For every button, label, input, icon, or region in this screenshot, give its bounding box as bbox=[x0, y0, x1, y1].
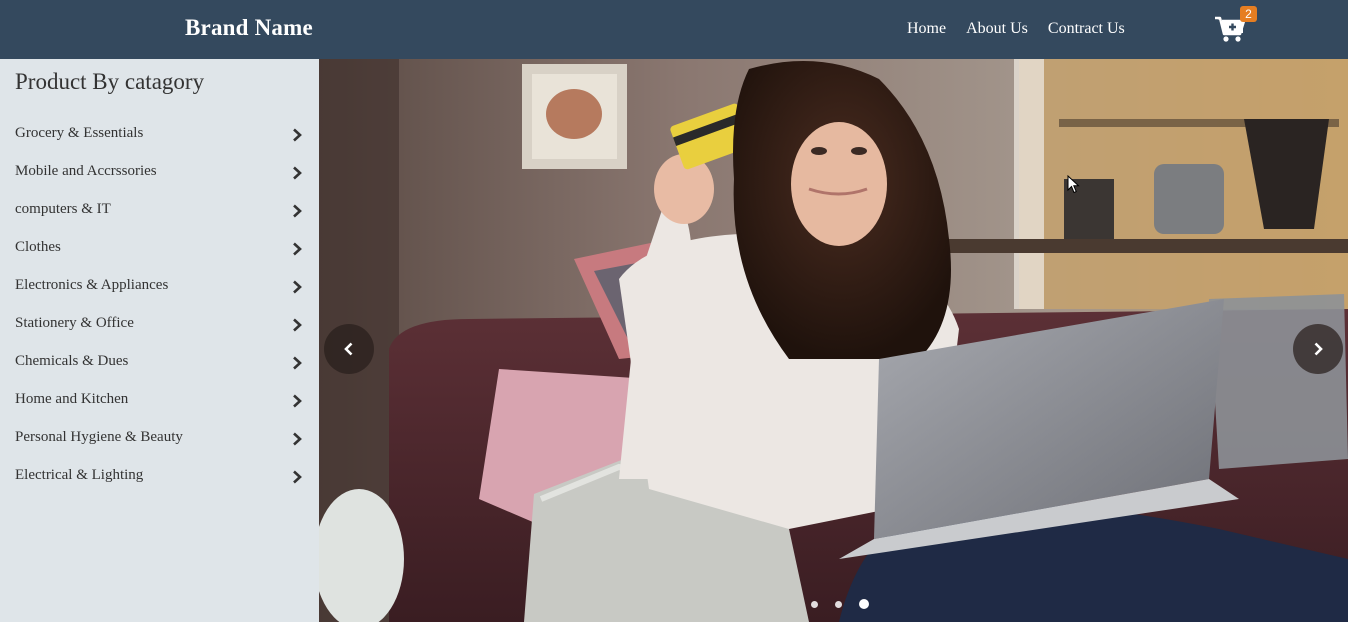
category-label: Mobile and Accrssories bbox=[15, 163, 157, 179]
top-navbar: Brand Name Home About Us Contract Us 2 bbox=[0, 0, 1348, 59]
nav-about-link[interactable]: About Us bbox=[966, 20, 1028, 38]
carousel-indicator[interactable] bbox=[835, 600, 842, 608]
category-item[interactable]: Clothes bbox=[0, 231, 319, 269]
nav-links: Home About Us Contract Us bbox=[907, 20, 1125, 38]
chevron-right-icon bbox=[293, 394, 302, 408]
chevron-right-icon bbox=[293, 242, 302, 256]
chevron-right-icon bbox=[293, 432, 302, 446]
chevron-right-icon bbox=[293, 166, 302, 180]
category-label: Stationery & Office bbox=[15, 315, 134, 331]
carousel-indicators bbox=[811, 599, 869, 609]
category-item[interactable]: Chemicals & Dues bbox=[0, 345, 319, 383]
category-label: Personal Hygiene & Beauty bbox=[15, 429, 183, 445]
chevron-right-icon bbox=[293, 356, 302, 370]
chevron-right-icon bbox=[293, 280, 302, 294]
category-label: Electronics & Appliances bbox=[15, 277, 169, 293]
category-label: Clothes bbox=[15, 239, 61, 255]
category-label: Grocery & Essentials bbox=[15, 125, 144, 141]
category-list: Grocery & Essentials Mobile and Accrssor… bbox=[0, 117, 319, 497]
category-item[interactable]: Mobile and Accrssories bbox=[0, 155, 319, 193]
chevron-right-icon bbox=[1314, 342, 1323, 356]
category-item[interactable]: Personal Hygiene & Beauty bbox=[0, 421, 319, 459]
category-item[interactable]: Grocery & Essentials bbox=[0, 117, 319, 155]
category-item[interactable]: Electrical & Lighting bbox=[0, 459, 319, 497]
category-item[interactable]: Electronics & Appliances bbox=[0, 269, 319, 307]
nav-contact-link[interactable]: Contract Us bbox=[1048, 20, 1125, 38]
mouse-cursor-icon bbox=[1067, 175, 1080, 194]
category-item[interactable]: computers & IT bbox=[0, 193, 319, 231]
chevron-right-icon bbox=[293, 318, 302, 332]
hero-carousel bbox=[319, 59, 1348, 622]
carousel-next-button[interactable] bbox=[1293, 324, 1343, 374]
hero-slide-image bbox=[319, 59, 1348, 622]
carousel-prev-button[interactable] bbox=[324, 324, 374, 374]
category-label: Electrical & Lighting bbox=[15, 467, 144, 483]
category-sidebar: Product By catagory Grocery & Essentials… bbox=[0, 59, 319, 622]
category-label: Chemicals & Dues bbox=[15, 353, 129, 369]
carousel-indicator[interactable] bbox=[811, 600, 818, 608]
brand-logo[interactable]: Brand Name bbox=[185, 15, 313, 41]
category-item[interactable]: Stationery & Office bbox=[0, 307, 319, 345]
chevron-right-icon bbox=[293, 204, 302, 218]
category-label: Home and Kitchen bbox=[15, 391, 129, 407]
category-label: computers & IT bbox=[15, 201, 111, 217]
chevron-left-icon bbox=[344, 342, 353, 356]
carousel-indicator-active[interactable] bbox=[859, 599, 869, 609]
cart-count-badge: 2 bbox=[1240, 6, 1257, 22]
sidebar-title: Product By catagory bbox=[15, 69, 205, 94]
category-item[interactable]: Home and Kitchen bbox=[0, 383, 319, 421]
chevron-right-icon bbox=[293, 128, 302, 142]
chevron-right-icon bbox=[293, 470, 302, 484]
nav-home-link[interactable]: Home bbox=[907, 20, 946, 38]
